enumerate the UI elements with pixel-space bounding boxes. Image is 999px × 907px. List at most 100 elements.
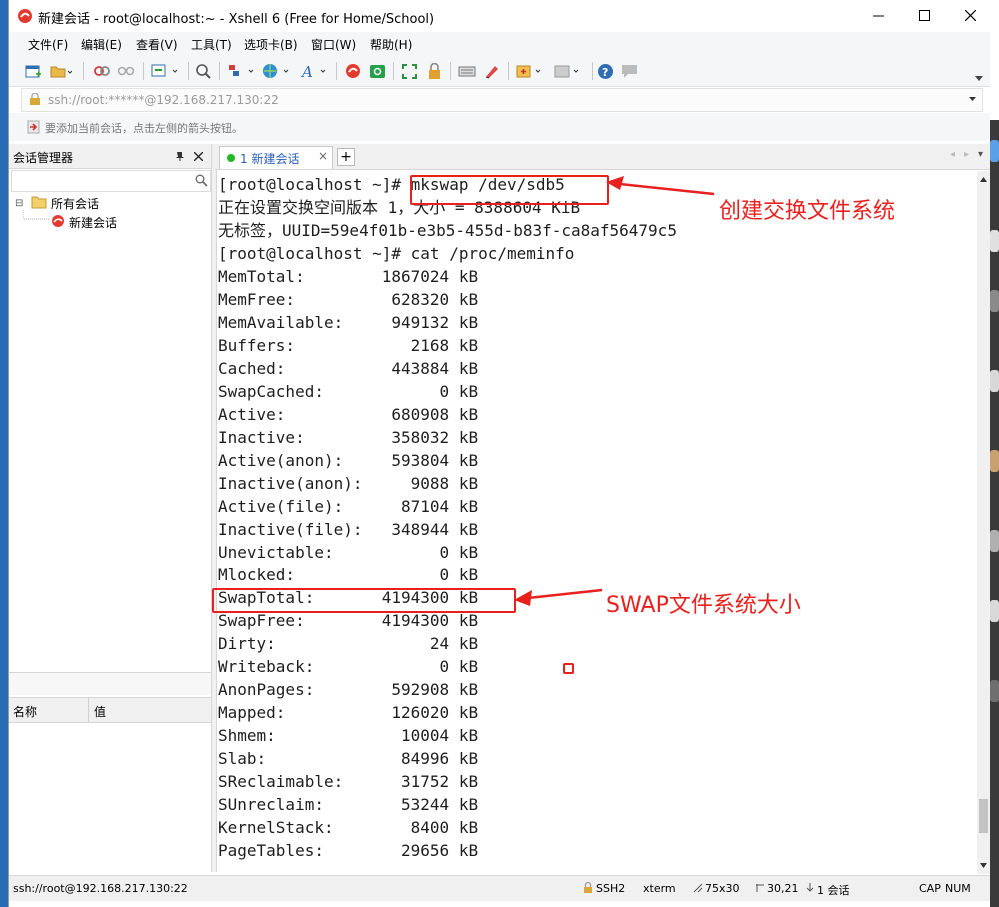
terminal-line: Inactive: 358032 kB — [218, 427, 479, 447]
terminal-line: Active(file): 87104 kB — [218, 496, 479, 516]
tab-scroll-left-icon[interactable]: ◂ — [950, 149, 955, 160]
terminal-scrollbar[interactable] — [977, 171, 990, 874]
disconnect-button[interactable] — [117, 62, 135, 80]
menu-view[interactable]: 查看(V) — [136, 36, 178, 53]
new-tab-group-button[interactable] — [516, 62, 546, 80]
scrollbar-thumb[interactable] — [979, 799, 988, 833]
status-protocol: SSH2 — [596, 882, 626, 895]
desktop-right-edge — [989, 120, 999, 907]
menu-file[interactable]: 文件(F) — [28, 36, 68, 53]
terminal-line: 无标签，UUID=59e4f01b-e3b5-455d-b83f-ca8af56… — [218, 220, 677, 240]
props-col-name[interactable]: 名称 — [13, 703, 37, 720]
connect-button[interactable] — [93, 62, 111, 80]
tree-collapse-icon[interactable]: ⊟ — [15, 198, 23, 209]
fullscreen-icon — [402, 63, 417, 79]
session-props-icon — [151, 64, 178, 77]
terminal-line: SwapCached: 0 kB — [218, 381, 479, 401]
minimize-icon — [872, 15, 884, 17]
terminal-output[interactable]: [root@localhost ~]# mkswap /dev/sdb5 正在设置… — [217, 171, 977, 874]
xftp-button[interactable] — [369, 62, 386, 80]
close-icon[interactable] — [194, 152, 203, 161]
terminal-line: Shmem: 10004 kB — [218, 726, 479, 746]
maximize-button[interactable] — [901, 0, 947, 31]
title-bar: 新建会话 - root@localhost:~ - Xshell 6 (Free… — [9, 0, 990, 32]
tab-scroll-right-icon[interactable]: ▸ — [964, 149, 969, 160]
status-terminal-type: xterm — [643, 882, 676, 895]
layout-button[interactable] — [554, 62, 584, 80]
transfer-icon — [229, 65, 254, 76]
resize-icon — [693, 883, 703, 893]
status-size: 75x30 — [705, 882, 740, 895]
session-search-input[interactable] — [11, 170, 211, 192]
chat-button[interactable] — [621, 62, 638, 80]
session-manager-title: 会话管理器 — [13, 151, 74, 165]
status-caps: CAP — [919, 882, 941, 895]
search-icon — [196, 63, 211, 79]
tab-close-icon[interactable]: × — [318, 149, 328, 163]
xshell-logo-icon — [18, 9, 32, 23]
terminal-line: Dirty: 24 kB — [218, 634, 479, 654]
minimize-button[interactable] — [855, 0, 901, 31]
scroll-up-icon[interactable] — [980, 177, 987, 182]
chevron-down-icon[interactable] — [969, 97, 976, 102]
add-tab-button[interactable]: + — [337, 148, 355, 166]
xshell-button[interactable] — [345, 62, 362, 80]
hint-text: 要添加当前会话，点击左侧的箭头按钮。 — [45, 122, 243, 135]
tab-bar: 1 新建会话 × + ◂ ▸ ▾ — [215, 144, 990, 170]
search-icon[interactable] — [195, 174, 208, 187]
address-bar[interactable]: ssh://root:******@192.168.217.130:22 — [21, 88, 983, 112]
add-session-arrow-icon[interactable] — [27, 120, 41, 134]
menu-tools[interactable]: 工具(T) — [191, 36, 232, 53]
terminal-line: MemFree: 628320 kB — [218, 289, 479, 309]
terminal-line: Inactive(anon): 9088 kB — [218, 473, 479, 493]
menu-window[interactable]: 窗口(W) — [311, 36, 356, 53]
new-session-button[interactable] — [25, 62, 42, 80]
window-title: 新建会话 - root@localhost:~ - Xshell 6 (Free… — [38, 12, 435, 27]
arrow-to-swaptotal — [514, 588, 603, 606]
scroll-down-icon[interactable] — [980, 863, 987, 868]
close-button[interactable] — [947, 0, 993, 31]
tab-label: 1 新建会话 — [240, 152, 300, 166]
terminal-line: Active(anon): 593804 kB — [218, 450, 479, 470]
menu-tabs[interactable]: 选项卡(B) — [244, 36, 298, 53]
arrow-to-mkswap — [606, 176, 715, 196]
toolbar-overflow-icon[interactable] — [975, 71, 983, 85]
annotation-stray-mark — [563, 663, 574, 674]
pin-icon[interactable] — [175, 151, 184, 162]
address-input[interactable]: ssh://root:******@192.168.217.130:22 — [48, 93, 279, 107]
highlight-button[interactable] — [483, 62, 500, 80]
annotation-create-swap: 创建交换文件系统 — [719, 199, 896, 224]
terminal-line: Inactive(file): 348944 kB — [218, 519, 479, 539]
toolbar: A ? — [9, 56, 990, 87]
find-button[interactable] — [195, 62, 212, 80]
globe-icon — [263, 64, 289, 78]
tree-item-all-sessions[interactable]: 所有会话 — [51, 195, 99, 212]
pen-icon — [485, 65, 498, 78]
reconnect-button[interactable] — [151, 62, 181, 80]
font-button[interactable]: A — [301, 62, 331, 80]
keyboard-button[interactable] — [458, 62, 476, 80]
folder-icon — [31, 196, 47, 209]
panel-splitter[interactable] — [9, 672, 211, 695]
help-button[interactable]: ? — [597, 62, 614, 80]
globe-button[interactable] — [262, 62, 292, 80]
lock-button[interactable] — [427, 62, 442, 80]
terminal-line: [root@localhost ~]# cat /proc/meminfo — [218, 243, 575, 263]
tab-list-icon[interactable]: ▾ — [978, 149, 983, 160]
tab-new-session[interactable]: 1 新建会话 × — [219, 146, 333, 169]
open-session-button[interactable] — [50, 62, 72, 80]
terminal-line: Unevictable: 0 kB — [218, 542, 479, 562]
transfer-button[interactable] — [227, 62, 257, 80]
menu-edit[interactable]: 编辑(E) — [81, 36, 122, 53]
session-manager-header: 会话管理器 — [9, 144, 211, 169]
tree-item-new-session[interactable]: 新建会话 — [69, 214, 117, 231]
terminal-line: Slab: 84996 kB — [218, 749, 479, 769]
fullscreen-button[interactable] — [401, 62, 418, 80]
terminal-line: Mlocked: 0 kB — [218, 565, 479, 585]
props-col-value[interactable]: 值 — [94, 703, 106, 720]
terminal-line: Writeback: 0 kB — [218, 657, 479, 677]
menu-help[interactable]: 帮助(H) — [370, 36, 412, 53]
highlight-box-mkswap — [410, 175, 609, 205]
font-icon: A — [301, 63, 326, 79]
highlight-box-swaptotal — [212, 588, 516, 613]
